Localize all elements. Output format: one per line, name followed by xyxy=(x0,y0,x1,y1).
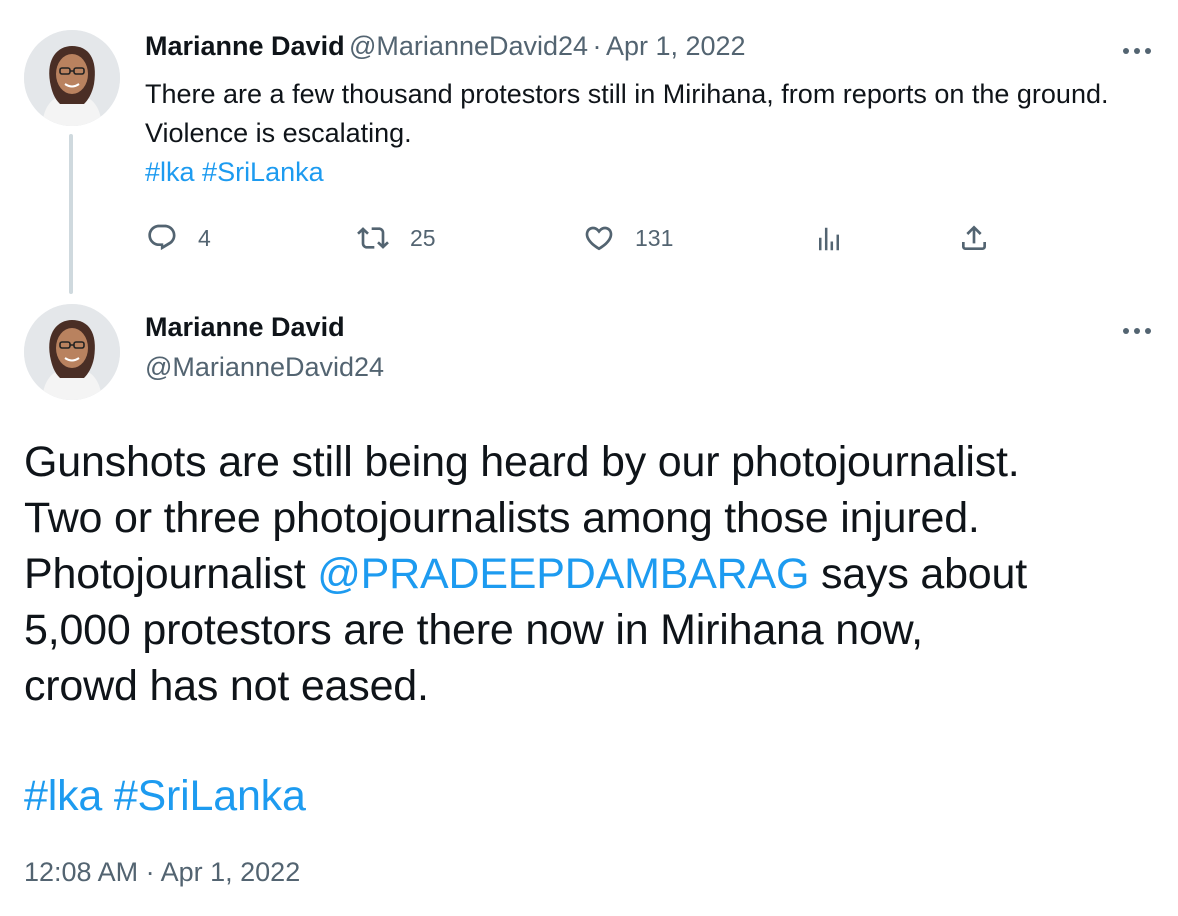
more-button[interactable] xyxy=(1115,29,1159,73)
tweet-line: crowd has not eased. xyxy=(24,662,429,710)
tweet-time: 12:08 AM xyxy=(24,857,139,887)
tweet-line: 5,000 protestors are there now in Miriha… xyxy=(24,606,923,654)
tweet-date: Apr 1, 2022 xyxy=(160,857,301,887)
views-icon xyxy=(819,227,839,251)
tweet-main-text: Gunshots are still being heard by our ph… xyxy=(24,434,1164,714)
tweet-main-hashtags: #lka #SriLanka xyxy=(24,768,306,824)
reply-icon xyxy=(148,224,176,251)
tweet-parent-text: There are a few thousand protestors stil… xyxy=(145,75,1145,192)
hashtag-srilanka[interactable]: #SriLanka xyxy=(114,772,306,820)
avatar[interactable] xyxy=(24,304,120,400)
hashtag-lka[interactable]: #lka xyxy=(145,157,195,187)
hashtag-srilanka[interactable]: #SriLanka xyxy=(202,157,324,187)
tweet-line: Gunshots are still being heard by our ph… xyxy=(24,438,1020,486)
like-count: 131 xyxy=(635,224,674,251)
author-handle[interactable]: @MarianneDavid24 xyxy=(145,352,384,383)
tweet-line-part: Photojournalist xyxy=(24,550,318,598)
more-button[interactable] xyxy=(1115,309,1159,353)
tweet-text: There are a few thousand protestors stil… xyxy=(145,79,1109,148)
more-icon xyxy=(1123,48,1151,54)
hashtag-lka[interactable]: #lka xyxy=(24,772,102,820)
like-button[interactable]: 131 xyxy=(583,222,673,254)
retweet-count: 25 xyxy=(410,224,436,251)
tweet-line-part: says about xyxy=(809,550,1027,598)
thread-line xyxy=(69,134,73,294)
tweet-timestamp[interactable]: 12:08 AM · Apr 1, 2022 xyxy=(24,857,300,888)
tweet-date[interactable]: Apr 1, 2022 xyxy=(606,31,746,61)
more-icon xyxy=(1123,328,1151,334)
share-button[interactable] xyxy=(958,222,990,254)
mention-link[interactable]: @PRADEEPDAMBARAG xyxy=(317,550,809,598)
author-handle[interactable]: @MarianneDavid24 xyxy=(349,31,588,61)
separator-dot: · xyxy=(145,857,155,887)
reply-count: 4 xyxy=(198,224,211,251)
tweet-line: Photojournalist @PRADEEPDAMBARAG says ab… xyxy=(24,546,1164,602)
separator-dot: · xyxy=(592,31,602,61)
reply-button[interactable]: 4 xyxy=(146,222,211,254)
share-icon xyxy=(962,225,986,250)
retweet-button[interactable]: 25 xyxy=(356,222,436,254)
author-name[interactable]: Marianne David xyxy=(145,312,345,343)
like-icon xyxy=(585,226,613,251)
tweet-parent-header: Marianne David @MarianneDavid24 · Apr 1,… xyxy=(145,31,746,62)
tweet-line: Two or three photojournalists among thos… xyxy=(24,494,980,542)
retweet-icon xyxy=(357,227,389,249)
views-button[interactable] xyxy=(814,224,844,254)
avatar[interactable] xyxy=(24,30,120,126)
author-name[interactable]: Marianne David xyxy=(145,31,345,61)
